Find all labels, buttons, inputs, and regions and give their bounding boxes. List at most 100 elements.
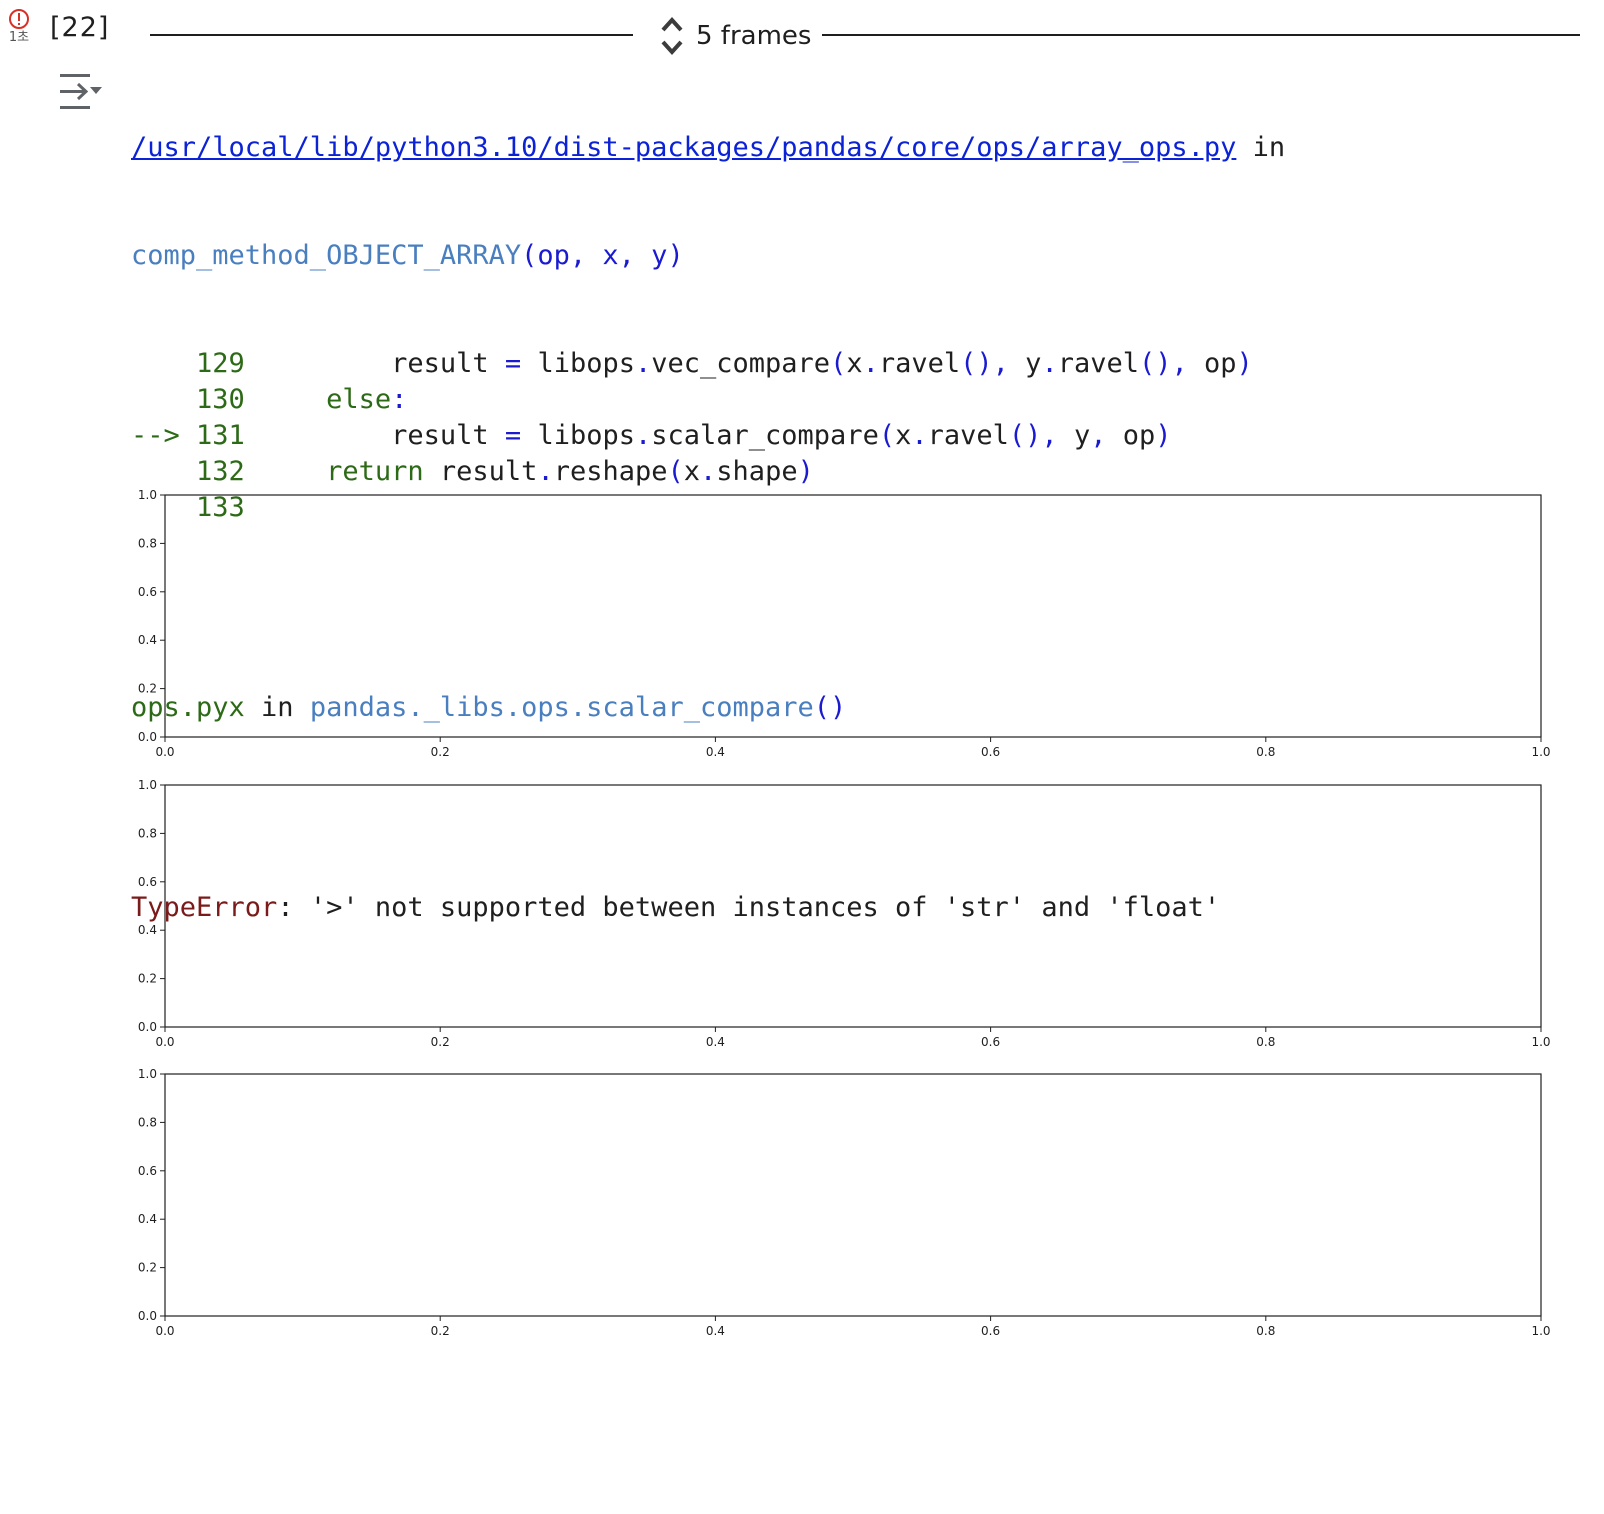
- expand-collapse-arrows-icon: [661, 17, 683, 55]
- code-token: libops: [521, 348, 635, 379]
- code-token: return: [326, 456, 424, 487]
- code-token: (),: [960, 348, 1009, 379]
- y-tick-label: 0.4: [138, 923, 157, 937]
- code-token: .: [911, 420, 928, 451]
- x-tick-label: 0.0: [155, 745, 174, 759]
- y-tick-label: 0.6: [138, 875, 157, 889]
- code-token: =: [504, 420, 522, 451]
- collapse-output-icon: [60, 74, 102, 109]
- source-file-link[interactable]: /usr/local/lib/python3.10/dist-packages/…: [131, 132, 1236, 163]
- axes-1-svg: 0.0 0.2 0.4 0.6 0.8 1.0 0.0 0.2 0.4 0.6 0.8 1.0: [138, 488, 1551, 759]
- code-token: libops: [521, 420, 635, 451]
- code-line: 132 return result.reshape(x.shape): [131, 454, 1285, 490]
- plot-axes-3: 0.0 0.2 0.4 0.6 0.8 1.0 0.0 0.2 0.4 0.6 0.8 1.0: [130, 1065, 1604, 1365]
- execution-count: [22]: [50, 12, 110, 43]
- divider-line-left: [150, 34, 633, 36]
- frame-header: /usr/local/lib/python3.10/dist-packages/…: [131, 130, 1285, 166]
- code-line: 129 result = libops.vec_compare(x.ravel(…: [131, 346, 1285, 382]
- code-token: ): [1236, 348, 1253, 379]
- axes-3-svg: 0.0 0.2 0.4 0.6 0.8 1.0 0.0 0.2 0.4 0.6 0.8 1.0: [138, 1067, 1551, 1338]
- code-token: result: [391, 348, 505, 379]
- code-token: (),: [1008, 420, 1058, 451]
- in-keyword: in: [1236, 132, 1286, 163]
- code-token: shape: [716, 456, 798, 487]
- code-token: y: [1008, 348, 1042, 379]
- line-number: 130: [196, 384, 245, 415]
- line-prefix: [131, 348, 196, 379]
- code-token: result: [391, 420, 505, 451]
- frame-function: comp_method_OBJECT_ARRAY(op, x, y): [131, 238, 1285, 274]
- code-token: :: [391, 384, 408, 415]
- y-tick-label: 0.2: [138, 972, 157, 986]
- code-token: op: [1187, 348, 1237, 379]
- line-prefix: [131, 456, 196, 487]
- axes-2-svg: 0.0 0.2 0.4 0.6 0.8 1.0 0.0 0.2 0.4 0.6 0.8 1.0: [138, 778, 1551, 1049]
- line-number: 131: [196, 420, 245, 451]
- code-token: x: [683, 456, 701, 487]
- axes-frame: [164, 784, 1542, 1028]
- code-token: y: [1057, 420, 1091, 451]
- y-tick-label: 0.2: [138, 1261, 157, 1275]
- code-token: op: [1106, 420, 1156, 451]
- code-token: ravel: [927, 420, 1009, 451]
- y-tick-label: 0.6: [138, 585, 157, 599]
- x-tick-label: 1.0: [1531, 1324, 1550, 1338]
- cell-status[interactable]: 1초: [4, 8, 34, 46]
- x-tick-label: 0.6: [981, 1035, 1000, 1049]
- plot-axes-1: 0.0 0.2 0.4 0.6 0.8 1.0 0.0 0.2 0.4 0.6 0.8 1.0: [130, 486, 1604, 786]
- code-token: x: [895, 420, 912, 451]
- y-tick-label: 0.8: [138, 1115, 157, 1129]
- x-tick-label: 1.0: [1531, 1035, 1550, 1049]
- code-token: (),: [1138, 348, 1188, 379]
- x-tick-label: 0.8: [1256, 1324, 1275, 1338]
- code-token: result: [423, 456, 538, 487]
- x-tick-label: 0.4: [706, 745, 725, 759]
- code-token: reshape: [553, 456, 668, 487]
- x-tick-label: 1.0: [1531, 745, 1550, 759]
- x-tick-label: 0.2: [431, 745, 450, 759]
- x-tick-label: 0.2: [431, 1324, 450, 1338]
- y-tick-label: 0.8: [138, 826, 157, 840]
- collapse-output-button[interactable]: [58, 72, 104, 112]
- code-line: --> 131 result = libops.scalar_compare(x…: [131, 418, 1285, 454]
- frames-toggle-button[interactable]: 5 frames: [660, 14, 811, 58]
- divider-line-right: [822, 34, 1580, 36]
- axes-frame: [164, 494, 1542, 738]
- y-tick-label: 1.0: [138, 488, 157, 502]
- code-token: scalar_compare: [651, 420, 879, 451]
- line-number: 129: [196, 348, 245, 379]
- code-token: (: [878, 420, 896, 451]
- x-tick-label: 0.0: [155, 1035, 174, 1049]
- x-tick-label: 0.0: [155, 1324, 174, 1338]
- code-token: .: [1041, 348, 1058, 379]
- y-tick-label: 0.8: [138, 536, 157, 550]
- y-tick-label: 1.0: [138, 1067, 157, 1081]
- x-tick-label: 0.6: [981, 745, 1000, 759]
- function-args: (op, x, y): [521, 240, 684, 271]
- code-token: else: [326, 384, 392, 415]
- code-token: .: [634, 420, 652, 451]
- line-prefix: [131, 384, 196, 415]
- axes-frame: [164, 1073, 1542, 1317]
- x-tick-label: 0.8: [1256, 1035, 1275, 1049]
- code-token: ): [797, 456, 814, 487]
- x-tick-label: 0.4: [706, 1324, 725, 1338]
- y-tick-label: 0.0: [138, 1309, 157, 1323]
- plot-axes-2: 0.0 0.2 0.4 0.6 0.8 1.0 0.0 0.2 0.4 0.6 0.8 1.0: [130, 776, 1604, 1076]
- function-name: comp_method_OBJECT_ARRAY: [131, 240, 522, 271]
- x-tick-label: 0.6: [981, 1324, 1000, 1338]
- code-token: .: [537, 456, 554, 487]
- code-token: (: [667, 456, 684, 487]
- y-tick-label: 0.6: [138, 1164, 157, 1178]
- code-token: vec_compare: [651, 348, 831, 379]
- code-token: .: [634, 348, 652, 379]
- code-token: ,: [1090, 420, 1107, 451]
- y-tick-label: 0.2: [138, 682, 157, 696]
- code-line: 130 else:: [131, 382, 1285, 418]
- code-token: ): [1155, 420, 1172, 451]
- frames-label: 5 frames: [696, 21, 812, 51]
- code-token: =: [504, 348, 522, 379]
- line-number: 132: [196, 456, 245, 487]
- code-token: (: [830, 348, 847, 379]
- current-line-arrow: -->: [131, 420, 197, 451]
